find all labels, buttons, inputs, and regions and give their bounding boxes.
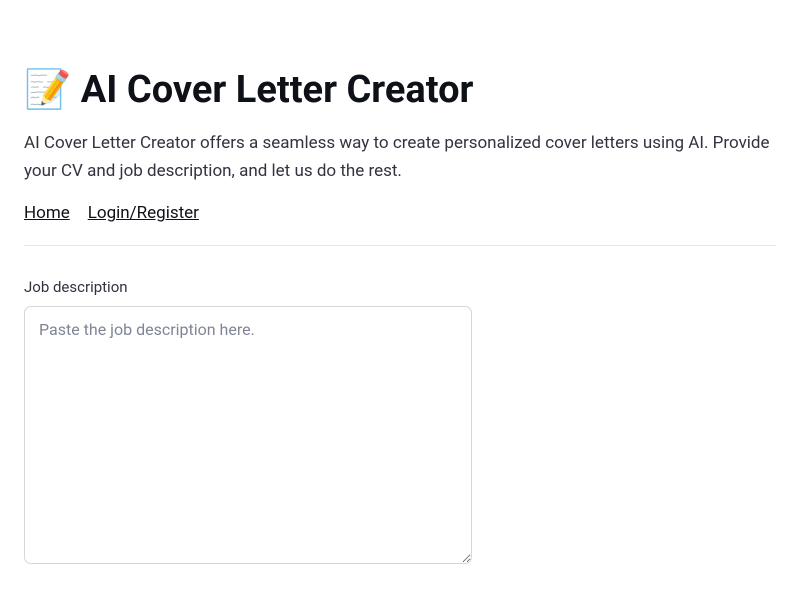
nav-links: Home Login/Register (24, 203, 776, 223)
job-description-label: Job description (24, 278, 776, 296)
nav-login-link[interactable]: Login/Register (88, 203, 199, 223)
nav-home-link[interactable]: Home (24, 203, 70, 223)
job-description-input[interactable] (24, 306, 472, 564)
page-title: 📝 AI Cover Letter Creator (24, 66, 776, 115)
page-subtitle: AI Cover Letter Creator offers a seamles… (24, 129, 776, 185)
divider (24, 245, 776, 246)
